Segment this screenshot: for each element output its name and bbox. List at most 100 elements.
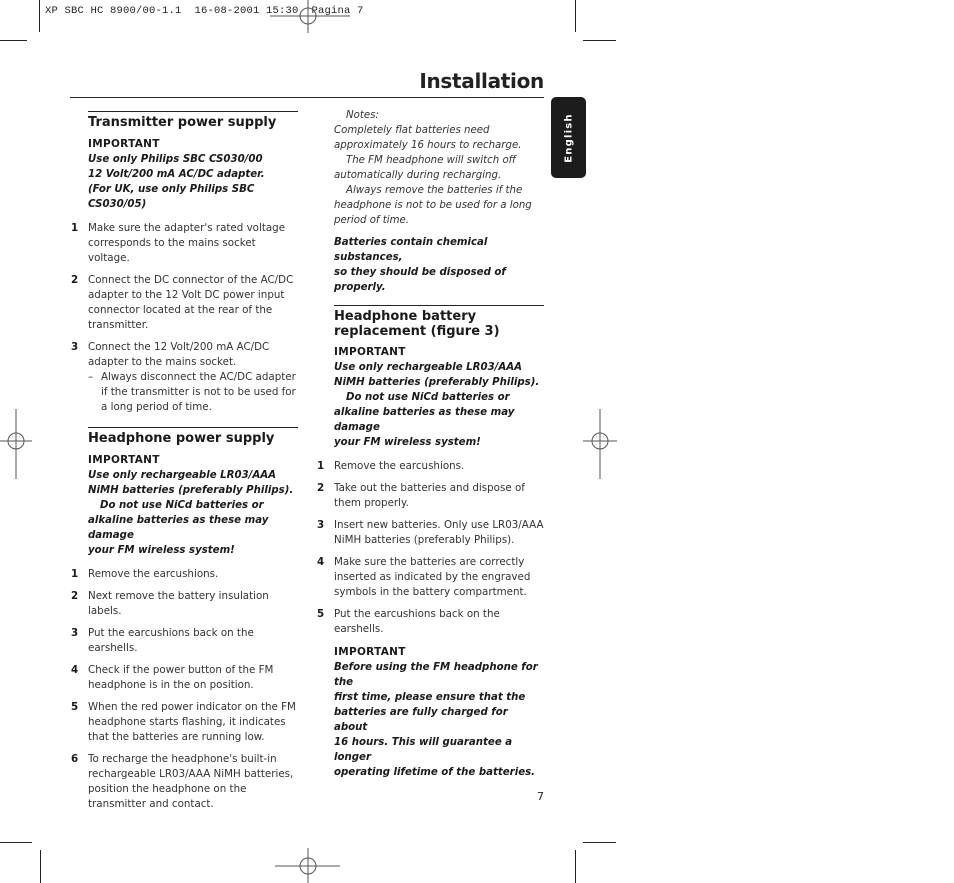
note: Always remove the batteries if the headp…: [334, 185, 532, 226]
crop-mark: [39, 0, 40, 32]
dash-bullet: –: [88, 371, 94, 383]
step-text: Connect the DC connector of the AC/DC ad…: [88, 274, 294, 331]
list-item: 4 Make sure the batteries are correctly …: [317, 555, 544, 600]
section-rule: [88, 427, 298, 428]
section-transmitter-power-supply: Transmitter power supply IMPORTANT Use o…: [71, 111, 298, 415]
final-important-block: IMPORTANT Before using the FM headphone …: [334, 645, 544, 780]
important-line: Before using the FM headphone for the: [334, 662, 538, 688]
registration-mark-icon: [270, 0, 350, 33]
page-title: Installation: [419, 69, 544, 93]
important-line: Use only rechargeable LR03/AAA: [334, 362, 523, 373]
step-number: 5: [317, 608, 325, 620]
important-line: alkaline batteries as these may damage: [88, 515, 269, 541]
list-item: 1 Make sure the adapter's rated voltage …: [71, 221, 298, 266]
list-item: 2 Take out the batteries and dispose of …: [317, 481, 544, 511]
registration-mark-icon: [583, 409, 617, 479]
important-line: your FM wireless system!: [334, 437, 481, 448]
step-text: Put the earcushions back on the earshell…: [88, 627, 254, 654]
important-label: IMPORTANT: [334, 346, 406, 358]
important-line: 16 hours. This will guarantee a longer: [334, 737, 513, 763]
step-number: 1: [71, 568, 79, 580]
crop-mark: [575, 0, 576, 32]
step-list: 1 Remove the earcushions. 2 Next remove …: [71, 567, 298, 812]
step-number: 1: [317, 460, 325, 472]
list-item: 3 Insert new batteries. Only use LR03/AA…: [317, 518, 544, 548]
column-right: Notes: Completely flat batteries need ap…: [317, 108, 544, 780]
step-text: Remove the earcushions.: [334, 460, 465, 472]
list-item: 3 Connect the 12 Volt/200 mA AC/DC adapt…: [71, 340, 298, 415]
important-label: IMPORTANT: [88, 454, 160, 466]
crop-mark: [0, 842, 32, 843]
sub-note: – Always disconnect the AC/DC adapter if…: [88, 370, 298, 415]
notes-block: Notes: Completely flat batteries need ap…: [334, 108, 544, 228]
list-item: 2 Next remove the battery insulation lab…: [71, 589, 298, 619]
title-rule: [70, 97, 544, 98]
section-heading: Headphone power supply: [88, 431, 275, 446]
section-heading: Headphone battery replacement (figure 3): [334, 309, 544, 339]
important-line: Use only rechargeable LR03/AAA: [88, 470, 277, 481]
important-text: Use only rechargeable LR03/AAA NiMH batt…: [88, 468, 298, 558]
language-tab-label: English: [563, 112, 574, 163]
crop-mark: [0, 40, 27, 41]
important-text: Use only rechargeable LR03/AAA NiMH batt…: [334, 360, 544, 450]
step-number: 1: [71, 222, 79, 234]
sub-note-text: Always disconnect the AC/DC adapter if t…: [101, 371, 296, 413]
list-item: 2 Connect the DC connector of the AC/DC …: [71, 273, 298, 333]
important-line: Do not use NiCd batteries or: [346, 392, 510, 403]
list-item: 6 To recharge the headphone's built-in r…: [71, 752, 298, 812]
important-line: (For UK, use only Philips SBC CS030/05): [88, 184, 255, 210]
section-rule: [88, 111, 298, 112]
step-text: Check if the power button of the FM head…: [88, 664, 274, 691]
heading-line: Headphone battery: [334, 309, 477, 324]
important-label: IMPORTANT: [334, 646, 406, 658]
step-number: 3: [71, 627, 79, 639]
step-text: When the red power indicator on the FM h…: [88, 701, 296, 743]
important-line: batteries are fully charged for about: [334, 707, 508, 733]
registration-mark-icon: [275, 848, 340, 883]
crop-mark: [583, 842, 616, 843]
important-line: NiMH batteries (preferably Philips).: [334, 377, 540, 388]
section-heading: Transmitter power supply: [88, 115, 277, 130]
step-number: 3: [317, 519, 325, 531]
section-headphone-battery-replacement: Headphone battery replacement (figure 3)…: [317, 305, 544, 780]
note: The FM headphone will switch off automat…: [334, 155, 517, 181]
list-item: 5 Put the earcushions back on the earshe…: [317, 607, 544, 637]
important-line: Do not use NiCd batteries or: [100, 500, 264, 511]
warning-line: so they should be disposed of properly.: [334, 267, 506, 293]
important-label: IMPORTANT: [88, 138, 160, 150]
step-number: 4: [317, 556, 325, 568]
language-tab: English: [551, 97, 586, 178]
important-line: operating lifetime of the batteries.: [334, 767, 536, 778]
note: Completely flat batteries need approxima…: [334, 125, 522, 151]
step-text: Make sure the batteries are correctly in…: [334, 556, 531, 598]
warning-line: Batteries contain chemical substances,: [334, 237, 488, 263]
page-number: 7: [537, 790, 544, 803]
list-item: 1 Remove the earcushions.: [317, 459, 544, 474]
important-line: first time, please ensure that the: [334, 692, 526, 703]
list-item: 3 Put the earcushions back on the earshe…: [71, 626, 298, 656]
crop-mark: [583, 40, 616, 41]
step-number: 3: [71, 341, 79, 353]
step-text: Make sure the adapter's rated voltage co…: [88, 222, 286, 264]
crop-mark: [40, 850, 41, 883]
important-line: your FM wireless system!: [88, 545, 235, 556]
list-item: 1 Remove the earcushions.: [71, 567, 298, 582]
step-number: 2: [317, 482, 325, 494]
step-text: Take out the batteries and dispose of th…: [334, 482, 525, 509]
important-line: 12 Volt/200 mA AC/DC adapter.: [88, 169, 265, 180]
notes-label: Notes:: [346, 110, 379, 121]
step-text: Connect the 12 Volt/200 mA AC/DC adapter…: [88, 341, 270, 368]
step-list: 1 Make sure the adapter's rated voltage …: [71, 221, 298, 415]
step-text: To recharge the headphone's built-in rec…: [88, 753, 294, 810]
step-text: Put the earcushions back on the earshell…: [334, 608, 500, 635]
section-rule: [334, 305, 544, 306]
crop-mark: [575, 850, 576, 883]
step-text: Remove the earcushions.: [88, 568, 219, 580]
important-text: Use only Philips SBC CS030/00 12 Volt/20…: [88, 152, 298, 212]
step-number: 5: [71, 701, 79, 713]
important-line: alkaline batteries as these may damage: [334, 407, 515, 433]
column-left: Transmitter power supply IMPORTANT Use o…: [71, 111, 298, 819]
step-text: Next remove the battery insulation label…: [88, 590, 269, 617]
important-line: Use only Philips SBC CS030/00: [88, 154, 263, 165]
step-number: 4: [71, 664, 79, 676]
